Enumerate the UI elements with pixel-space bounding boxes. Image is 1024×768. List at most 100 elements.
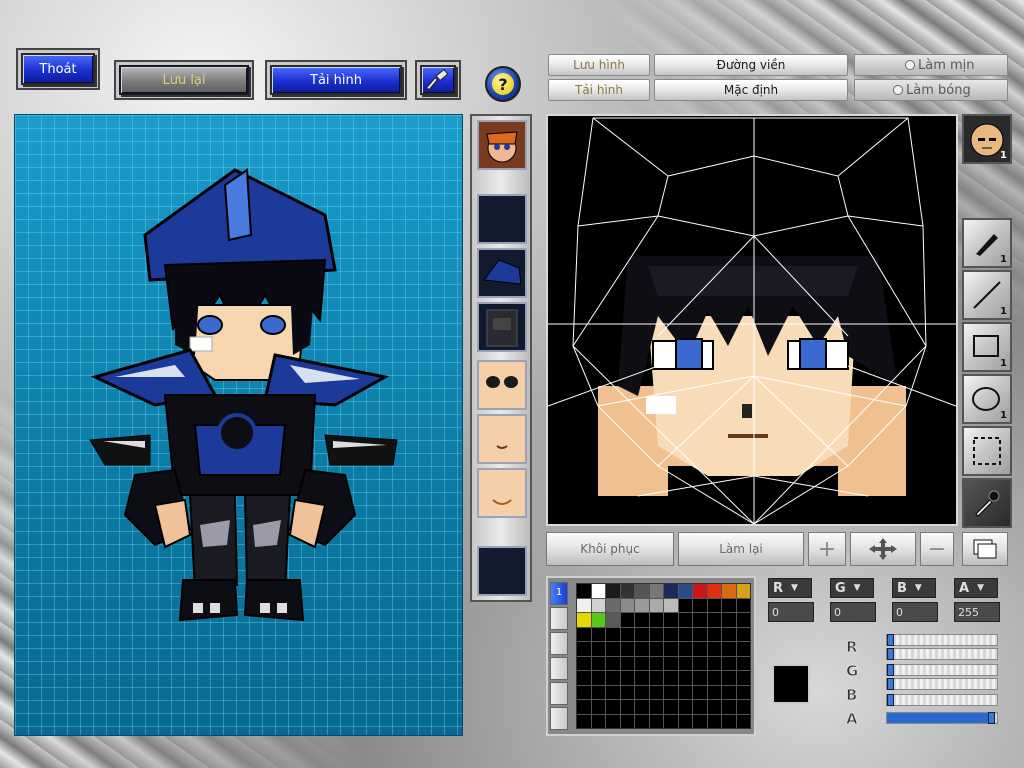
part-slot-empty-1[interactable] — [477, 194, 527, 244]
ellipse-tool[interactable]: 1 — [962, 374, 1012, 424]
palette-swatch[interactable] — [664, 627, 678, 641]
palette-swatch[interactable] — [736, 642, 750, 656]
palette-swatch[interactable] — [577, 598, 591, 612]
alpha-value-field[interactable]: 255 — [954, 602, 1000, 622]
blue-value-field[interactable]: 0 — [892, 602, 938, 622]
palette-swatch[interactable] — [649, 685, 663, 699]
palette-swatch[interactable] — [736, 627, 750, 641]
palette-swatch[interactable] — [635, 685, 649, 699]
eyedropper-tool[interactable] — [962, 478, 1012, 528]
palette-swatch[interactable] — [707, 700, 721, 714]
palette-swatch[interactable] — [693, 685, 707, 699]
palette-swatch[interactable] — [649, 613, 663, 627]
palette-swatch[interactable] — [635, 627, 649, 641]
palette-swatch[interactable] — [591, 584, 605, 598]
move-button[interactable] — [850, 532, 916, 566]
character-preview[interactable] — [14, 114, 463, 736]
palette-swatch[interactable] — [577, 627, 591, 641]
palette-swatch[interactable] — [664, 613, 678, 627]
green-slider-2[interactable] — [886, 678, 998, 690]
palette-swatch[interactable] — [606, 642, 620, 656]
palette-swatch[interactable] — [606, 685, 620, 699]
green-channel-header[interactable]: G — [830, 578, 874, 598]
palette-swatch[interactable] — [635, 700, 649, 714]
palette-swatch[interactable] — [635, 656, 649, 670]
palette-swatch[interactable] — [736, 714, 750, 728]
part-slot-eyes[interactable] — [477, 360, 527, 410]
smooth-radio[interactable]: Làm mịn — [854, 54, 1008, 76]
palette-swatch[interactable] — [591, 642, 605, 656]
palette-swatch[interactable] — [678, 700, 692, 714]
palette-swatch[interactable] — [664, 598, 678, 612]
palette-swatch[interactable] — [635, 642, 649, 656]
palette-swatch[interactable] — [606, 700, 620, 714]
palette-swatch[interactable] — [591, 685, 605, 699]
palette-swatch[interactable] — [736, 613, 750, 627]
blue-slider-thumb[interactable] — [887, 694, 894, 706]
part-slot-face[interactable] — [477, 468, 527, 518]
palette-swatch[interactable] — [678, 613, 692, 627]
palette-swatch[interactable] — [664, 700, 678, 714]
alpha-channel-header[interactable]: A — [954, 578, 998, 598]
red-value-field[interactable]: 0 — [768, 602, 814, 622]
palette-swatch[interactable] — [635, 598, 649, 612]
palette-swatch[interactable] — [591, 700, 605, 714]
blue-channel-header[interactable]: B — [892, 578, 936, 598]
save-image-button[interactable]: Lưu hình — [548, 54, 650, 76]
palette-swatch[interactable] — [620, 700, 634, 714]
palette-swatch[interactable] — [707, 598, 721, 612]
palette-swatch[interactable] — [736, 671, 750, 685]
palette-swatch[interactable] — [678, 642, 692, 656]
palette-swatch[interactable] — [736, 656, 750, 670]
palette-swatch[interactable] — [722, 700, 736, 714]
red-channel-header[interactable]: R — [768, 578, 812, 598]
palette-swatch[interactable] — [620, 656, 634, 670]
palette-swatch[interactable] — [664, 685, 678, 699]
part-slot-avatar[interactable] — [477, 120, 527, 170]
palette-swatch[interactable] — [693, 598, 707, 612]
brush-tool[interactable]: 1 — [962, 218, 1012, 268]
palette-swatch[interactable] — [606, 656, 620, 670]
palette-swatch[interactable] — [577, 613, 591, 627]
palette-swatch[interactable] — [606, 584, 620, 598]
palette-tab-2[interactable] — [550, 607, 568, 630]
palette-swatch[interactable] — [620, 627, 634, 641]
palette-swatch[interactable] — [635, 613, 649, 627]
palette-swatch[interactable] — [707, 671, 721, 685]
palette-swatch[interactable] — [722, 627, 736, 641]
palette-swatch[interactable] — [606, 671, 620, 685]
palette-swatch[interactable] — [707, 642, 721, 656]
palette-swatch[interactable] — [591, 613, 605, 627]
alpha-slider-thumb[interactable] — [988, 712, 995, 724]
select-tool[interactable] — [962, 426, 1012, 476]
rectangle-tool[interactable]: 1 — [962, 322, 1012, 372]
layer-button[interactable] — [962, 532, 1008, 566]
green-slider-2-thumb[interactable] — [887, 678, 894, 690]
palette-swatch[interactable] — [722, 656, 736, 670]
texture-editor-canvas[interactable] — [546, 114, 958, 526]
palette-swatch[interactable] — [722, 685, 736, 699]
palette-swatch[interactable] — [678, 584, 692, 598]
reload-image-button[interactable]: Tải hình — [548, 79, 650, 101]
palette-swatch[interactable] — [736, 700, 750, 714]
palette-swatch[interactable] — [664, 671, 678, 685]
palette-swatch[interactable] — [736, 685, 750, 699]
palette-swatch[interactable] — [678, 627, 692, 641]
palette-swatch[interactable] — [678, 598, 692, 612]
palette-swatch[interactable] — [678, 714, 692, 728]
palette-swatch[interactable] — [620, 584, 634, 598]
palette-swatch[interactable] — [591, 656, 605, 670]
green-value-field[interactable]: 0 — [830, 602, 876, 622]
palette-swatch[interactable] — [693, 656, 707, 670]
palette-swatch[interactable] — [577, 714, 591, 728]
palette-swatch[interactable] — [577, 584, 591, 598]
palette-swatch[interactable] — [577, 642, 591, 656]
hammer-button[interactable] — [420, 65, 456, 95]
palette-swatch[interactable] — [606, 627, 620, 641]
palette-swatch[interactable] — [722, 671, 736, 685]
palette-swatch[interactable] — [577, 685, 591, 699]
palette-swatch[interactable] — [649, 714, 663, 728]
palette-swatch[interactable] — [620, 642, 634, 656]
palette-tab-4[interactable] — [550, 657, 568, 680]
palette-swatch[interactable] — [722, 584, 736, 598]
